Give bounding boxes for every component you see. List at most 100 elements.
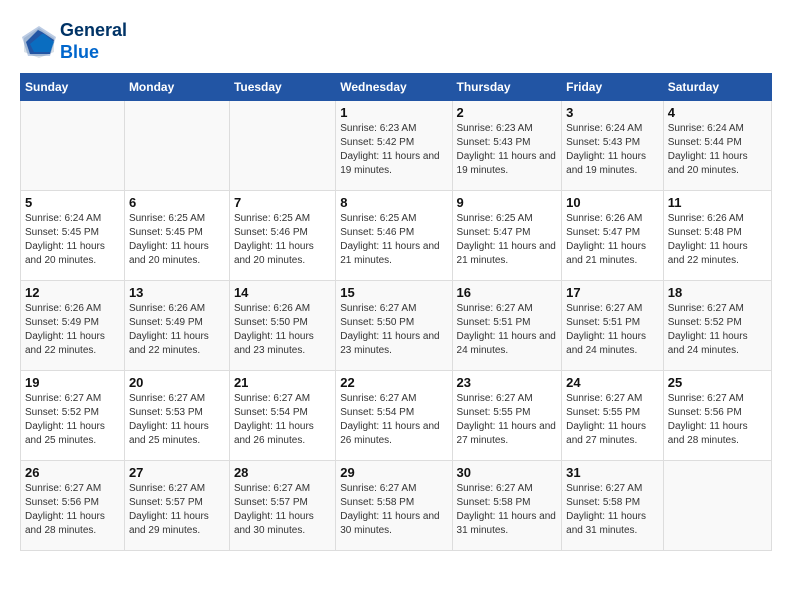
calendar-cell: 7 Sunrise: 6:25 AM Sunset: 5:46 PM Daylig… — [229, 191, 335, 281]
day-info: Sunrise: 6:23 AM Sunset: 5:43 PM Dayligh… — [457, 122, 558, 178]
weekday-header: Thursday — [452, 74, 562, 101]
day-info: Sunrise: 6:27 AM Sunset: 5:52 PM Dayligh… — [25, 392, 120, 448]
day-info: Sunrise: 6:27 AM Sunset: 5:54 PM Dayligh… — [234, 392, 331, 448]
calendar-cell: 17 Sunrise: 6:27 AM Sunset: 5:51 PM Dayli… — [562, 281, 664, 371]
calendar-cell — [124, 101, 229, 191]
logo: General Blue — [20, 20, 127, 63]
day-number: 8 — [340, 195, 447, 210]
day-number: 11 — [668, 195, 767, 210]
day-info: Sunrise: 6:25 AM Sunset: 5:47 PM Dayligh… — [457, 212, 558, 268]
day-number: 12 — [25, 285, 120, 300]
calendar-cell: 18 Sunrise: 6:27 AM Sunset: 5:52 PM Dayli… — [663, 281, 771, 371]
logo-icon — [20, 24, 56, 60]
day-number: 9 — [457, 195, 558, 210]
day-info: Sunrise: 6:27 AM Sunset: 5:55 PM Dayligh… — [566, 392, 659, 448]
calendar-cell: 1Sunrise: 6:23 AM Sunset: 5:42 PM Daylig… — [336, 101, 452, 191]
day-info: Sunrise: 6:27 AM Sunset: 5:52 PM Dayligh… — [668, 302, 767, 358]
day-info: Sunrise: 6:27 AM Sunset: 5:50 PM Dayligh… — [340, 302, 447, 358]
calendar-cell: 19 Sunrise: 6:27 AM Sunset: 5:52 PM Dayli… — [21, 371, 125, 461]
weekday-header: Saturday — [663, 74, 771, 101]
calendar-cell: 26 Sunrise: 6:27 AM Sunset: 5:56 PM Dayli… — [21, 461, 125, 551]
day-info: Sunrise: 6:24 AM Sunset: 5:43 PM Dayligh… — [566, 122, 659, 178]
day-info: Sunrise: 6:27 AM Sunset: 5:57 PM Dayligh… — [234, 482, 331, 538]
calendar-cell: 15Sunrise: 6:27 AM Sunset: 5:50 PM Dayli… — [336, 281, 452, 371]
calendar-cell: 14 Sunrise: 6:26 AM Sunset: 5:50 PM Dayli… — [229, 281, 335, 371]
day-info: Sunrise: 6:27 AM Sunset: 5:51 PM Dayligh… — [457, 302, 558, 358]
calendar-cell: 21 Sunrise: 6:27 AM Sunset: 5:54 PM Dayli… — [229, 371, 335, 461]
calendar-cell: 11 Sunrise: 6:26 AM Sunset: 5:48 PM Dayli… — [663, 191, 771, 281]
day-number: 18 — [668, 285, 767, 300]
calendar-cell: 30 Sunrise: 6:27 AM Sunset: 5:58 PM Dayli… — [452, 461, 562, 551]
calendar-cell — [663, 461, 771, 551]
calendar-cell: 8 Sunrise: 6:25 AM Sunset: 5:46 PM Daylig… — [336, 191, 452, 281]
calendar-cell: 20 Sunrise: 6:27 AM Sunset: 5:53 PM Dayli… — [124, 371, 229, 461]
day-number: 1 — [340, 105, 447, 120]
weekday-header: Tuesday — [229, 74, 335, 101]
day-info: Sunrise: 6:27 AM Sunset: 5:51 PM Dayligh… — [566, 302, 659, 358]
calendar-cell: 22Sunrise: 6:27 AM Sunset: 5:54 PM Dayli… — [336, 371, 452, 461]
calendar-cell: 9 Sunrise: 6:25 AM Sunset: 5:47 PM Daylig… — [452, 191, 562, 281]
calendar-cell: 24 Sunrise: 6:27 AM Sunset: 5:55 PM Dayli… — [562, 371, 664, 461]
day-info: Sunrise: 6:27 AM Sunset: 5:56 PM Dayligh… — [668, 392, 767, 448]
weekday-header: Friday — [562, 74, 664, 101]
calendar-cell: 28Sunrise: 6:27 AM Sunset: 5:57 PM Dayli… — [229, 461, 335, 551]
day-info: Sunrise: 6:27 AM Sunset: 5:56 PM Dayligh… — [25, 482, 120, 538]
calendar-week-row: 12 Sunrise: 6:26 AM Sunset: 5:49 PM Dayli… — [21, 281, 772, 371]
day-number: 29 — [340, 465, 447, 480]
day-number: 19 — [25, 375, 120, 390]
day-info: Sunrise: 6:27 AM Sunset: 5:53 PM Dayligh… — [129, 392, 225, 448]
day-info: Sunrise: 6:27 AM Sunset: 5:55 PM Dayligh… — [457, 392, 558, 448]
day-info: Sunrise: 6:25 AM Sunset: 5:46 PM Dayligh… — [234, 212, 331, 268]
day-number: 17 — [566, 285, 659, 300]
logo-text: General Blue — [60, 20, 127, 63]
day-info: Sunrise: 6:25 AM Sunset: 5:45 PM Dayligh… — [129, 212, 225, 268]
day-info: Sunrise: 6:26 AM Sunset: 5:49 PM Dayligh… — [129, 302, 225, 358]
day-info: Sunrise: 6:27 AM Sunset: 5:58 PM Dayligh… — [566, 482, 659, 538]
calendar-cell: 3 Sunrise: 6:24 AM Sunset: 5:43 PM Daylig… — [562, 101, 664, 191]
day-number: 4 — [668, 105, 767, 120]
day-info: Sunrise: 6:27 AM Sunset: 5:58 PM Dayligh… — [340, 482, 447, 538]
calendar-cell: 2 Sunrise: 6:23 AM Sunset: 5:43 PM Daylig… — [452, 101, 562, 191]
calendar-cell: 5Sunrise: 6:24 AM Sunset: 5:45 PM Daylig… — [21, 191, 125, 281]
day-info: Sunrise: 6:27 AM Sunset: 5:57 PM Dayligh… — [129, 482, 225, 538]
calendar-cell: 16 Sunrise: 6:27 AM Sunset: 5:51 PM Dayli… — [452, 281, 562, 371]
calendar-cell: 25Sunrise: 6:27 AM Sunset: 5:56 PM Dayli… — [663, 371, 771, 461]
day-info: Sunrise: 6:27 AM Sunset: 5:58 PM Dayligh… — [457, 482, 558, 538]
calendar-week-row: 5Sunrise: 6:24 AM Sunset: 5:45 PM Daylig… — [21, 191, 772, 281]
day-number: 27 — [129, 465, 225, 480]
weekday-header: Monday — [124, 74, 229, 101]
calendar-cell: 27 Sunrise: 6:27 AM Sunset: 5:57 PM Dayli… — [124, 461, 229, 551]
calendar-cell: 29 Sunrise: 6:27 AM Sunset: 5:58 PM Dayli… — [336, 461, 452, 551]
day-number: 10 — [566, 195, 659, 210]
page-header: General Blue — [20, 20, 772, 63]
day-number: 22 — [340, 375, 447, 390]
calendar-week-row: 19 Sunrise: 6:27 AM Sunset: 5:52 PM Dayli… — [21, 371, 772, 461]
day-number: 14 — [234, 285, 331, 300]
day-number: 20 — [129, 375, 225, 390]
day-info: Sunrise: 6:24 AM Sunset: 5:44 PM Dayligh… — [668, 122, 767, 178]
weekday-header: Wednesday — [336, 74, 452, 101]
weekday-header-row: SundayMondayTuesdayWednesdayThursdayFrid… — [21, 74, 772, 101]
day-number: 24 — [566, 375, 659, 390]
day-number: 16 — [457, 285, 558, 300]
day-number: 26 — [25, 465, 120, 480]
day-number: 23 — [457, 375, 558, 390]
day-number: 30 — [457, 465, 558, 480]
day-info: Sunrise: 6:26 AM Sunset: 5:48 PM Dayligh… — [668, 212, 767, 268]
day-info: Sunrise: 6:25 AM Sunset: 5:46 PM Dayligh… — [340, 212, 447, 268]
weekday-header: Sunday — [21, 74, 125, 101]
day-info: Sunrise: 6:26 AM Sunset: 5:47 PM Dayligh… — [566, 212, 659, 268]
day-number: 3 — [566, 105, 659, 120]
day-number: 2 — [457, 105, 558, 120]
calendar-cell: 12 Sunrise: 6:26 AM Sunset: 5:49 PM Dayli… — [21, 281, 125, 371]
day-info: Sunrise: 6:26 AM Sunset: 5:49 PM Dayligh… — [25, 302, 120, 358]
day-number: 21 — [234, 375, 331, 390]
day-number: 31 — [566, 465, 659, 480]
day-info: Sunrise: 6:24 AM Sunset: 5:45 PM Dayligh… — [25, 212, 120, 268]
day-number: 7 — [234, 195, 331, 210]
calendar-cell: 13 Sunrise: 6:26 AM Sunset: 5:49 PM Dayli… — [124, 281, 229, 371]
calendar-cell: 6Sunrise: 6:25 AM Sunset: 5:45 PM Daylig… — [124, 191, 229, 281]
calendar-week-row: 1Sunrise: 6:23 AM Sunset: 5:42 PM Daylig… — [21, 101, 772, 191]
day-info: Sunrise: 6:26 AM Sunset: 5:50 PM Dayligh… — [234, 302, 331, 358]
day-number: 13 — [129, 285, 225, 300]
